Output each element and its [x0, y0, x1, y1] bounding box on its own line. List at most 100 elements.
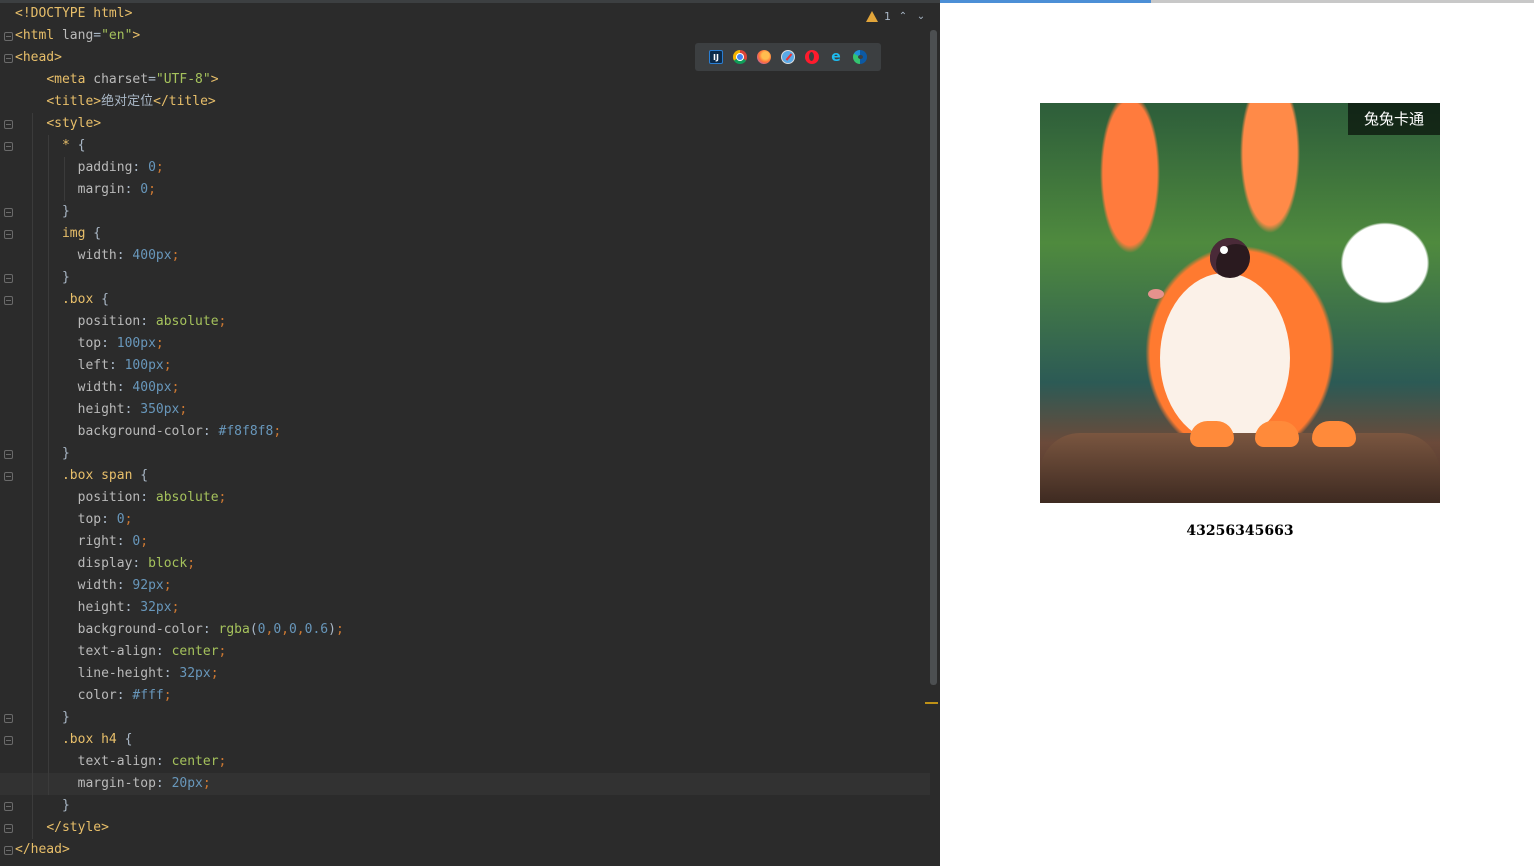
safari-icon[interactable] [781, 50, 795, 64]
code-line[interactable]: * { [0, 135, 930, 157]
code-line[interactable]: </head> [0, 839, 930, 861]
code-token: } [15, 798, 70, 813]
code-line[interactable]: .box { [0, 289, 930, 311]
code-line[interactable]: color: #fff; [0, 685, 930, 707]
warning-count: 1 [884, 9, 891, 23]
code-token: > [132, 28, 141, 43]
code-line[interactable]: width: 400px; [0, 245, 930, 267]
code-token: 32px [140, 600, 172, 615]
code-line[interactable]: } [0, 795, 930, 817]
code-token: ; [140, 534, 149, 549]
code-text: left: 100px; [15, 355, 172, 377]
code-token: : [155, 754, 172, 769]
code-token: left [77, 358, 109, 373]
fold-marker-icon[interactable] [4, 230, 13, 239]
code-line[interactable]: position: absolute; [0, 311, 930, 333]
code-text: position: absolute; [15, 311, 227, 333]
code-token: : [116, 380, 133, 395]
fold-marker-icon[interactable] [4, 54, 13, 63]
code-text: <!DOCTYPE html> [15, 3, 132, 25]
code-token: ; [124, 512, 133, 527]
code-line[interactable]: <!DOCTYPE html> [0, 3, 930, 25]
code-line[interactable]: } [0, 201, 930, 223]
inspection-widget[interactable]: 1 ⌃ ⌄ [866, 8, 927, 24]
code-line[interactable]: width: 92px; [0, 575, 930, 597]
code-line[interactable]: height: 32px; [0, 597, 930, 619]
fold-marker-icon[interactable] [4, 142, 13, 151]
fold-marker-icon[interactable] [4, 802, 13, 811]
code-token: <title> [46, 94, 102, 109]
code-line[interactable]: width: 400px; [0, 377, 930, 399]
code-token: { [116, 732, 133, 747]
firefox-icon[interactable] [757, 50, 771, 64]
code-line[interactable]: background-color: rgba(0,0,0,0.6); [0, 619, 930, 641]
code-text: text-align: center; [15, 751, 227, 773]
code-line[interactable]: text-align: center; [0, 641, 930, 663]
code-line[interactable]: </style> [0, 817, 930, 839]
chevron-down-icon[interactable]: ⌄ [915, 10, 927, 22]
code-token: lang [61, 28, 94, 43]
vertical-scrollbar[interactable] [930, 30, 937, 685]
code-line[interactable]: <title>绝对定位</title> [0, 91, 930, 113]
edge-icon[interactable] [853, 50, 867, 64]
code-text: } [15, 267, 70, 289]
code-token: } [15, 446, 70, 461]
rabbit-paw [1255, 421, 1299, 447]
fold-marker-icon[interactable] [4, 274, 13, 283]
code-token: : [140, 314, 156, 329]
code-token: text-align [77, 644, 156, 659]
fold-marker-icon[interactable] [4, 714, 13, 723]
code-line[interactable]: position: absolute; [0, 487, 930, 509]
code-line[interactable]: } [0, 707, 930, 729]
code-line[interactable]: right: 0; [0, 531, 930, 553]
code-token: width [77, 380, 117, 395]
intellij-icon[interactable]: IJ [709, 50, 723, 64]
fold-marker-icon[interactable] [4, 736, 13, 745]
fold-marker-icon[interactable] [4, 208, 13, 217]
code-line[interactable]: <style> [0, 113, 930, 135]
code-line[interactable]: text-align: center; [0, 751, 930, 773]
chevron-up-icon[interactable]: ⌃ [897, 10, 909, 22]
chrome-icon[interactable] [733, 50, 747, 64]
code-token: { [85, 226, 102, 241]
code-token: ; [163, 358, 172, 373]
indent-guide [64, 157, 65, 201]
code-line[interactable]: left: 100px; [0, 355, 930, 377]
code-line[interactable]: line-height: 32px; [0, 663, 930, 685]
code-line[interactable]: margin: 0; [0, 179, 930, 201]
code-text: } [15, 707, 70, 729]
fold-marker-icon[interactable] [4, 32, 13, 41]
code-line[interactable]: display: block; [0, 553, 930, 575]
code-line[interactable]: top: 0; [0, 509, 930, 531]
fold-marker-icon[interactable] [4, 472, 13, 481]
warning-marker[interactable] [925, 702, 938, 704]
fold-marker-icon[interactable] [4, 824, 13, 833]
code-token: 92px [132, 578, 164, 593]
fold-marker-icon[interactable] [4, 296, 13, 305]
fold-marker-icon[interactable] [4, 120, 13, 129]
code-line[interactable]: } [0, 443, 930, 465]
rabbit-eye [1210, 238, 1250, 278]
ie-icon[interactable]: e [829, 49, 843, 65]
code-line[interactable]: height: 350px; [0, 399, 930, 421]
code-line[interactable]: img { [0, 223, 930, 245]
code-line[interactable]: padding: 0; [0, 157, 930, 179]
opera-icon[interactable] [805, 50, 819, 64]
code-token: top [77, 336, 102, 351]
code-token: 0 [288, 622, 297, 637]
code-line[interactable]: <meta charset="UTF-8"> [0, 69, 930, 91]
fold-marker-icon[interactable] [4, 846, 13, 855]
code-line[interactable]: background-color: #f8f8f8; [0, 421, 930, 443]
code-line[interactable]: top: 100px; [0, 333, 930, 355]
code-text: } [15, 201, 70, 223]
code-line[interactable]: .box span { [0, 465, 930, 487]
code-line[interactable]: } [0, 267, 930, 289]
code-line[interactable]: .box h4 { [0, 729, 930, 751]
code-editor[interactable]: <!DOCTYPE html> <html lang="en"> <head> <m… [0, 0, 940, 866]
code-line[interactable]: margin-top: 20px; [0, 773, 930, 795]
fold-marker-icon[interactable] [4, 450, 13, 459]
code-token: height [77, 600, 125, 615]
